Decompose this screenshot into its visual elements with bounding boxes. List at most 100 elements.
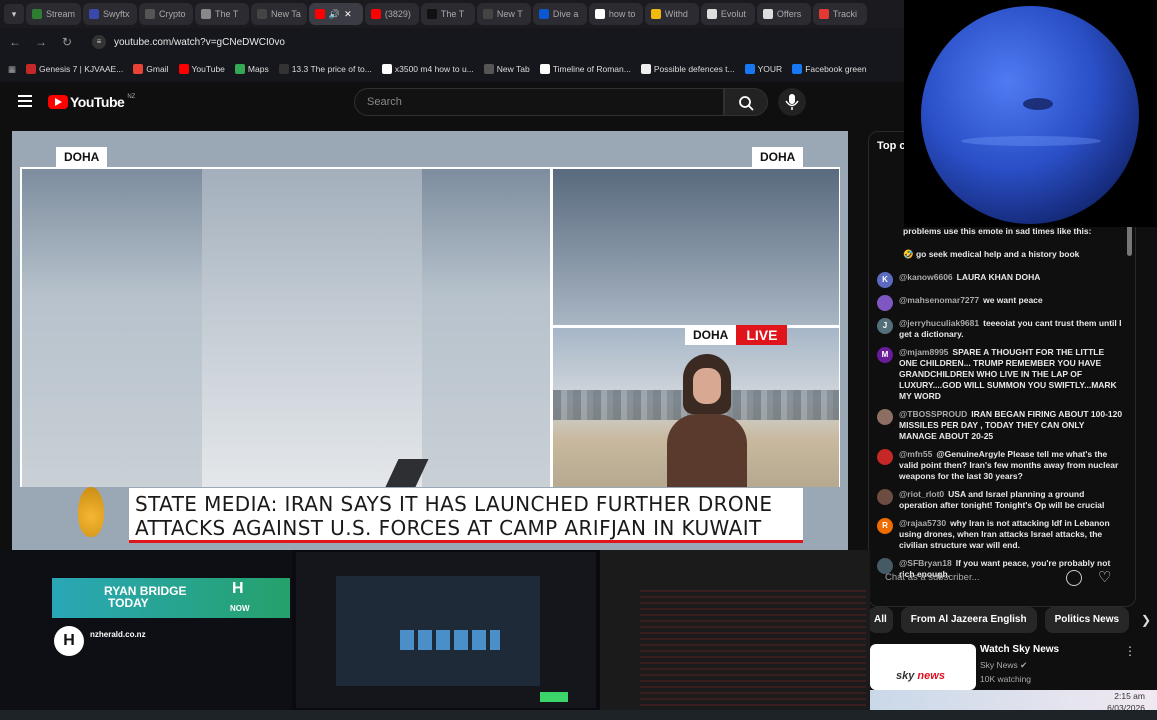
microphone-icon	[785, 94, 799, 110]
site-info-icon[interactable]: ≡	[92, 35, 106, 49]
tab-close-icon[interactable]: ✕	[344, 9, 352, 20]
search-button[interactable]	[724, 88, 768, 116]
browser-tab[interactable]: New T	[476, 3, 531, 25]
url-field[interactable]: ≡ youtube.com/watch?v=gCNeDWCI0vo	[86, 31, 896, 53]
window-preview-game[interactable]	[296, 552, 596, 708]
browser-tab[interactable]: how to	[588, 3, 643, 25]
bookmark[interactable]: New Tab	[483, 64, 530, 74]
chat-username[interactable]: @riot_rlot0	[899, 489, 944, 499]
browser-tab[interactable]: The T	[195, 3, 250, 25]
browser-tab[interactable]: Tracki	[812, 3, 867, 25]
avatar[interactable]: K	[877, 272, 893, 288]
bookmark[interactable]: Timeline of Roman...	[539, 64, 631, 74]
gmail-icon	[133, 64, 144, 74]
apps-icon[interactable]: ▦	[8, 64, 16, 75]
chat-message: R @rajaa5730 why Iran is not attacking Idf…	[877, 518, 1123, 551]
tab-favicon-icon	[257, 9, 268, 19]
chat-input[interactable]: Chat as a subscriber...	[877, 566, 1063, 590]
bookmark[interactable]: Facebook green	[792, 64, 867, 74]
avatar[interactable]	[877, 489, 893, 505]
tab-label: Offers	[776, 9, 802, 19]
browser-tab[interactable]: Swyftx	[83, 3, 138, 25]
chat-username[interactable]: @mjam8995	[899, 347, 948, 357]
chat-message: J @jerryhuculiak9681 teeeoiat you cant tru…	[877, 318, 1123, 340]
bookmark[interactable]: x3500 m4 how to u...	[381, 64, 474, 74]
microphone-button[interactable]	[778, 88, 806, 116]
avatar[interactable]	[877, 226, 893, 242]
bookmark[interactable]: Genesis 7 | KJVAAE...	[26, 64, 123, 74]
search-input[interactable]: Search	[354, 88, 724, 116]
avatar[interactable]: M	[877, 347, 893, 363]
chat-message: M @mjam8995 SPARE A THOUGHT FOR THE LITTLE…	[877, 347, 1123, 402]
avatar[interactable]	[877, 295, 893, 311]
bookmark-favicon-icon	[26, 64, 37, 74]
speaker-icon[interactable]: 🔊	[329, 9, 340, 20]
browser-tab[interactable]: Withd	[644, 3, 699, 25]
youtube-header: YouTube NZ Search	[0, 82, 904, 122]
reload-icon[interactable]: ↻	[60, 35, 74, 49]
video-thumbnail[interactable]: sky news	[870, 644, 976, 690]
youtube-logo[interactable]: YouTube NZ	[48, 94, 135, 110]
browser-tab[interactable]: Dive a	[532, 3, 587, 25]
address-bar: ← → ↻ ≡ youtube.com/watch?v=gCNeDWCI0vo	[0, 28, 904, 56]
planet-image	[921, 6, 1139, 224]
chat-username[interactable]: @mahsenomar7277	[899, 295, 979, 305]
video-title[interactable]: Watch Sky News	[980, 644, 1059, 655]
bookmark-label: Gmail	[146, 64, 169, 74]
channel-name[interactable]: Sky News ✔	[980, 660, 1027, 671]
chat-username[interactable]: @jerryhuculiak9681	[899, 318, 979, 328]
tab-favicon-icon	[370, 9, 381, 19]
chip-from-al-jazeera[interactable]: From Al Jazeera English	[900, 607, 1037, 633]
avatar[interactable]: J	[877, 318, 893, 334]
browser-tab-active[interactable]: 🔊 ✕	[308, 3, 363, 25]
heart-icon[interactable]: ♡	[1098, 568, 1111, 586]
chat-username[interactable]: @rajaa5730	[899, 518, 946, 528]
bookmark-label: New Tab	[496, 64, 530, 74]
chat-username[interactable]: @kanow6606	[899, 272, 953, 282]
live-location-label: DOHA	[685, 325, 737, 345]
bookmark[interactable]: 13.3 The price of to...	[278, 64, 372, 74]
chat-message: K @kanow6606 LAURA KHAN DOHA	[877, 272, 1123, 288]
avatar[interactable]: R	[877, 518, 893, 534]
back-icon[interactable]: ←	[8, 35, 22, 49]
window-preview-editor[interactable]	[600, 550, 870, 710]
chat-username[interactable]: @TBOSSPROUD	[899, 409, 967, 419]
chat-message-text: @riot_rlot0 USA and Israel planning a gro…	[899, 489, 1123, 511]
bookmark[interactable]: YouTube	[178, 64, 225, 74]
tab-search-icon[interactable]: ▾	[4, 4, 24, 24]
chat-message-text: @mfn55 @GenuineArgyle Please tell me what…	[899, 449, 1123, 482]
menu-icon[interactable]	[18, 95, 32, 107]
avatar[interactable]	[877, 409, 893, 425]
video-player[interactable]: DOHA DOHA DOHA LIVE STATE MEDIA: IRAN SA…	[12, 131, 848, 551]
forward-icon[interactable]: →	[34, 35, 48, 49]
location-label-right: DOHA	[752, 147, 804, 167]
browser-tab[interactable]: Offers	[756, 3, 811, 25]
avatar[interactable]	[877, 249, 893, 265]
chat-message-text: 🤣 go seek medical help and a history boo…	[899, 249, 1079, 265]
chevron-right-icon[interactable]: ❯	[1141, 613, 1151, 627]
youtube-favicon-icon	[314, 9, 325, 19]
avatar[interactable]	[877, 449, 893, 465]
bookmark-label: Maps	[247, 64, 269, 74]
recommended-video[interactable]: sky news Watch Sky News Sky News ✔ 10K w…	[868, 640, 1157, 690]
bookmark[interactable]: Possible defences t...	[640, 64, 735, 74]
browser-tab[interactable]: (3829)	[364, 3, 419, 25]
bookmark[interactable]: Gmail	[133, 64, 169, 74]
bookmark[interactable]: YOUR	[744, 64, 783, 74]
chat-username[interactable]: @mfn55	[899, 449, 932, 459]
bookmark-label: YOUR	[757, 64, 783, 74]
browser-tab[interactable]: Evolut	[700, 3, 755, 25]
chip-politics-news[interactable]: Politics News	[1044, 607, 1130, 633]
reporter	[661, 354, 751, 487]
emoji-icon[interactable]	[1066, 570, 1082, 586]
chip-all[interactable]: All	[868, 607, 893, 633]
browser-tab[interactable]: The T	[420, 3, 475, 25]
chat-header[interactable]: Top c	[877, 140, 906, 152]
window-preview-nzherald[interactable]: RYAN BRIDGE TODAY H NOW H nzherald.co.nz	[0, 550, 292, 710]
browser-tab[interactable]: Crypto	[139, 3, 194, 25]
browser-tab[interactable]: New Ta	[251, 3, 307, 25]
more-options-icon[interactable]: ⋮	[1124, 644, 1136, 658]
browser-tab[interactable]: Stream	[26, 3, 82, 25]
bookmark[interactable]: Maps	[234, 64, 269, 74]
chat-text: we want peace	[983, 295, 1043, 305]
